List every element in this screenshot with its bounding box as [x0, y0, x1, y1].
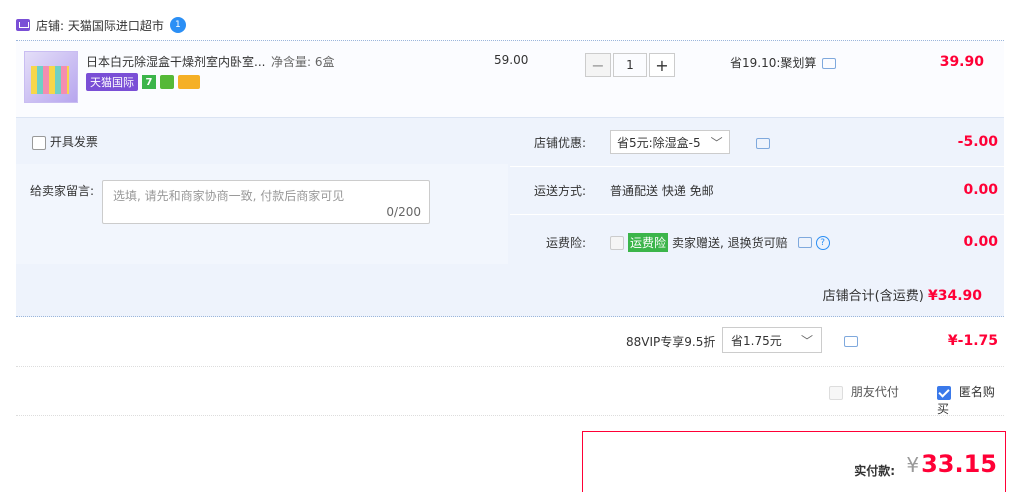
credit-card-icon — [178, 75, 200, 89]
insurance-tag: 运费险 — [628, 233, 669, 252]
wangwang-chat-icon[interactable]: 1 — [169, 17, 186, 33]
message-label: 给卖家留言: — [30, 184, 95, 198]
insurance-amount: 0.00 — [963, 234, 998, 250]
anonymous-option[interactable]: 匿名购买 — [937, 383, 1004, 417]
product-tags: 天猫国际 7 — [86, 73, 200, 91]
message-placeholder: 选填, 请先和商家协商一致, 付款后商家可见 — [113, 189, 345, 203]
chevron-down-icon: ﹀ — [800, 333, 813, 348]
order-options: 开具发票 给卖家留言: 选填, 请先和商家协商一致, 付款后商家可见 0/200… — [16, 117, 1004, 317]
promo-info: 省19.10:聚划算 — [730, 54, 837, 71]
shop-name[interactable]: 店铺: 天猫国际进口超市 — [36, 17, 164, 34]
comment-icon[interactable] — [822, 58, 837, 69]
vip-discount-select[interactable]: 省1.75元 ﹀ — [722, 327, 822, 353]
shop-total: 店铺合计(含运费) ¥34.90 — [823, 285, 982, 304]
shop-total-value: ¥34.90 — [927, 288, 982, 304]
invoice-row: 开具发票 — [16, 118, 508, 165]
shipping-label: 运送方式: — [534, 184, 587, 198]
shop-discount-select[interactable]: 省5元:除湿盒-5 ﹀ — [610, 130, 730, 154]
checkout-options: 店铺优惠: 省5元:除湿盒-5 ﹀ -5.00 运送方式: 普通配送 快递 免邮… — [510, 118, 1004, 264]
guarantee-icon — [160, 75, 174, 89]
unit-price: 59.00 — [494, 53, 529, 67]
pay-amount: ¥33.15 — [906, 450, 997, 478]
comment-icon[interactable] — [844, 336, 858, 347]
quantity-input[interactable]: 1 — [613, 53, 647, 77]
pay-label: 实付款: — [854, 464, 895, 478]
product-title[interactable]: 日本白元除湿盒干燥剂室内卧室... — [86, 53, 266, 70]
shop-discount-value: 省5元:除湿盒-5 — [617, 135, 701, 150]
shipping-amount: 0.00 — [963, 182, 998, 198]
shop-total-label: 店铺合计(含运费) — [822, 289, 924, 304]
vip-label: 88VIP专享9.5折 — [626, 335, 716, 349]
friend-pay-checkbox[interactable] — [829, 385, 843, 400]
invoice-label: 开具发票 — [49, 135, 98, 149]
shop-discount-label: 店铺优惠: — [534, 136, 587, 150]
quantity-stepper: − 1 + — [585, 53, 675, 77]
shop-discount-row: 店铺优惠: 省5元:除湿盒-5 ﹀ -5.00 — [510, 118, 1004, 167]
currency-symbol: ¥ — [906, 453, 920, 477]
comment-icon[interactable] — [797, 237, 812, 248]
shipping-row: 运送方式: 普通配送 快递 免邮 0.00 — [510, 166, 1004, 215]
comment-icon[interactable] — [756, 138, 770, 149]
promo-text: 省19.10:聚划算 — [730, 56, 817, 70]
insurance-label: 运费险: — [546, 236, 587, 250]
invoice-checkbox[interactable] — [32, 135, 46, 150]
help-icon[interactable]: ? — [815, 235, 830, 250]
seller-message-input[interactable]: 选填, 请先和商家协商一致, 付款后商家可见 0/200 — [102, 180, 430, 224]
increase-button[interactable]: + — [649, 53, 675, 77]
payment-summary: 实付款: ¥33.15 — [582, 431, 1006, 492]
shop-line: 店铺: 天猫国际进口超市 1 — [16, 14, 186, 36]
extra-options-row: 朋友代付 匿名购买 — [16, 367, 1004, 416]
tmall-global-tag: 天猫国际 — [86, 73, 138, 91]
insurance-desc: 卖家赠送, 退换货可赔 — [672, 236, 788, 250]
product-spec: 净含量: 6盒 — [271, 55, 335, 69]
friend-pay-label: 朋友代付 — [850, 385, 899, 399]
shop-icon — [16, 19, 30, 31]
product-thumbnail[interactable] — [24, 51, 78, 103]
insurance-row: 运费险: 运费险 卖家赠送, 退换货可赔 ? 0.00 — [510, 218, 1004, 266]
message-char-count: 0/200 — [386, 205, 421, 219]
item-total: 39.90 — [939, 54, 984, 70]
vip-discount-row: 88VIP专享9.5折 省1.75元 ﹀ ¥-1.75 — [16, 316, 1004, 367]
cart-item-row: 日本白元除湿盒干燥剂室内卧室... 净含量: 6盒 天猫国际 7 59.00 −… — [16, 40, 1004, 117]
insurance-checkbox — [610, 235, 624, 250]
shipping-value: 普通配送 快递 免邮 — [610, 184, 714, 198]
shop-discount-amount: -5.00 — [957, 134, 998, 150]
seven-day-return-icon: 7 — [142, 75, 156, 89]
decrease-button[interactable]: − — [585, 53, 611, 77]
vip-amount: ¥-1.75 — [947, 333, 998, 349]
friend-pay-option[interactable]: 朋友代付 — [829, 383, 899, 400]
anonymous-checkbox[interactable] — [937, 385, 951, 400]
chevron-down-icon: ﹀ — [710, 135, 723, 150]
pay-amount-value: 33.15 — [921, 450, 997, 478]
vip-select-value: 省1.75元 — [731, 333, 782, 348]
